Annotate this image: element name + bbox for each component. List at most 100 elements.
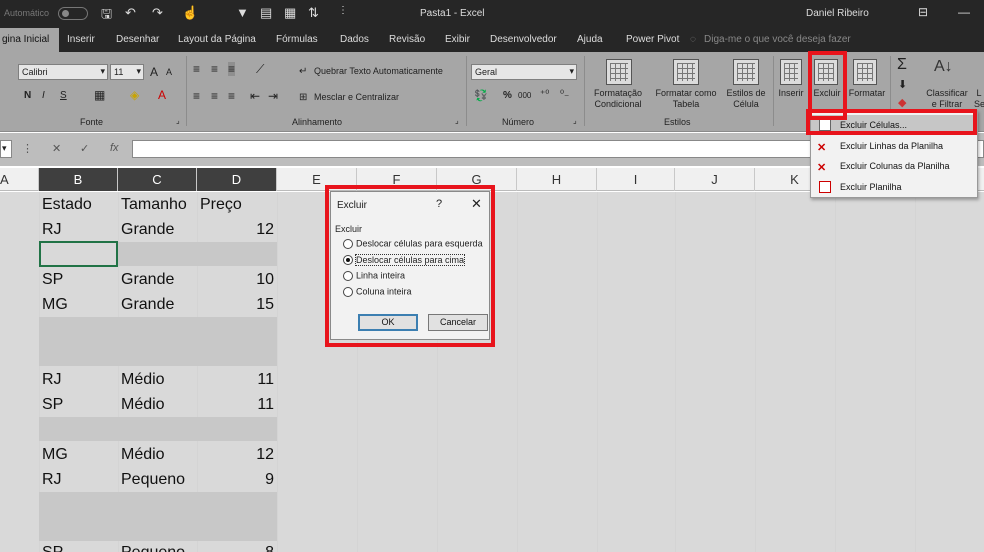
cell-estado[interactable]: MG xyxy=(39,292,71,317)
print-icon[interactable]: ▤ xyxy=(260,5,272,21)
font-name-select[interactable]: Calibri xyxy=(18,64,108,80)
cell-estado[interactable]: RJ xyxy=(39,467,65,492)
wrap-text-button[interactable]: Quebrar Texto Automaticamente xyxy=(314,66,443,76)
conditional-formatting-button[interactable]: Formatação Condicional xyxy=(588,88,648,110)
form-icon[interactable]: ▦ xyxy=(284,5,296,21)
italic-button[interactable]: I xyxy=(42,90,45,101)
clear-icon[interactable]: ◆ xyxy=(898,96,906,109)
format-as-table-button[interactable]: Formatar como Tabela xyxy=(650,88,722,110)
grow-font-button[interactable]: A xyxy=(150,65,158,79)
increase-decimal-icon[interactable]: ⁺⁰ xyxy=(540,89,549,100)
column-header-a[interactable]: A xyxy=(0,168,39,191)
autosum-icon[interactable]: Σ xyxy=(897,56,907,74)
tab-exibir[interactable]: Exibir xyxy=(445,34,470,45)
enter-icon[interactable]: ✓ xyxy=(80,142,89,155)
active-cell-outline[interactable] xyxy=(39,241,118,267)
cell-styles-button[interactable]: Estilos de Célula xyxy=(722,88,770,110)
format-button[interactable]: Formatar xyxy=(846,88,888,99)
cell-tamanho[interactable]: Médio xyxy=(118,367,168,392)
tell-me-box[interactable]: Diga-me o que você deseja fazer xyxy=(704,34,851,45)
align-middle-icon[interactable]: ≡ xyxy=(211,62,218,76)
cell-preco[interactable]: 9 xyxy=(197,467,277,492)
merge-icon[interactable]: ⊞ xyxy=(299,92,307,103)
orientation-icon[interactable]: ⟋ xyxy=(256,62,264,77)
minimize-icon[interactable]: — xyxy=(958,5,970,19)
cell-estado[interactable]: MG xyxy=(39,442,71,467)
cell-tamanho[interactable]: Médio xyxy=(118,392,168,417)
cell-preco[interactable]: 12 xyxy=(197,217,277,242)
cell-preco[interactable]: 11 xyxy=(197,367,277,392)
tab-layout-pagina[interactable]: Layout da Página xyxy=(178,34,256,45)
touch-mode-icon[interactable]: ☝ xyxy=(182,5,198,21)
bold-button[interactable]: N xyxy=(24,90,31,101)
font-color-icon[interactable]: A xyxy=(158,88,166,102)
insert-cells-icon[interactable] xyxy=(780,59,802,85)
align-bottom-icon[interactable]: ≡ xyxy=(228,62,236,76)
cell-preco[interactable]: 12 xyxy=(197,442,277,467)
sort-filter-icon[interactable]: A↓ xyxy=(934,58,953,76)
tab-dados[interactable]: Dados xyxy=(340,34,369,45)
column-header-i[interactable]: I xyxy=(597,168,675,191)
currency-icon[interactable]: 💱 xyxy=(474,89,488,102)
underline-button[interactable]: S xyxy=(60,90,67,101)
cell-preco[interactable]: 8 xyxy=(197,540,277,552)
cell-preco[interactable]: 10 xyxy=(197,267,277,292)
cancel-icon[interactable]: ✕ xyxy=(52,142,61,155)
cell-header-estado[interactable]: Estado xyxy=(39,192,95,217)
menu-item-excluir-linhas[interactable]: ✕ Excluir Linhas da Planilha xyxy=(811,136,977,156)
column-header-b[interactable]: B xyxy=(39,168,118,191)
tab-power-pivot[interactable]: Power Pivot xyxy=(626,34,679,45)
cell-estado[interactable]: SP xyxy=(39,392,66,417)
blank-cells-fill[interactable] xyxy=(39,492,277,541)
save-icon[interactable]: 🖫 xyxy=(101,5,112,27)
cell-preco[interactable]: 11 xyxy=(197,392,277,417)
percent-button[interactable]: % xyxy=(503,90,512,101)
column-header-h[interactable]: H xyxy=(517,168,597,191)
cell-header-tamanho[interactable]: Tamanho xyxy=(118,192,190,217)
format-as-table-icon[interactable] xyxy=(673,59,699,85)
align-center-icon[interactable]: ≡ xyxy=(211,89,218,103)
tab-pagina-inicial[interactable]: gina Inicial xyxy=(0,28,60,52)
insert-function-button[interactable]: fx xyxy=(110,142,119,154)
align-top-icon[interactable]: ≡ xyxy=(193,62,200,76)
menu-item-excluir-colunas[interactable]: ✕ Excluir Colunas da Planilha xyxy=(811,156,977,176)
format-cells-icon[interactable] xyxy=(853,59,877,85)
undo-icon[interactable]: ↶ xyxy=(125,5,136,21)
number-format-select[interactable]: Geral xyxy=(471,64,577,80)
filter-icon[interactable]: ▼ xyxy=(236,5,249,20)
insert-button[interactable]: Inserir xyxy=(776,88,806,99)
cell-tamanho[interactable]: Grande xyxy=(118,267,177,292)
align-right-icon[interactable]: ≡ xyxy=(228,89,235,103)
font-size-select[interactable]: 11 xyxy=(110,64,144,80)
sort-filter-button[interactable]: Classificar e Filtrar xyxy=(924,88,970,110)
column-header-d[interactable]: D xyxy=(197,168,277,191)
decrease-decimal-icon[interactable]: ⁰₋ xyxy=(560,89,569,100)
menu-item-excluir-planilha[interactable]: Excluir Planilha xyxy=(811,177,977,197)
cell-styles-icon[interactable] xyxy=(733,59,759,85)
sort-icon[interactable]: ⇅ xyxy=(308,5,319,21)
tab-inserir[interactable]: Inserir xyxy=(67,34,95,45)
borders-icon[interactable]: ▦ xyxy=(94,88,105,102)
column-header-c[interactable]: C xyxy=(118,168,197,191)
tab-desenhar[interactable]: Desenhar xyxy=(116,34,159,45)
cell-estado[interactable]: RJ xyxy=(39,367,65,392)
alignment-dialog-launcher-icon[interactable]: ⌟ xyxy=(455,116,459,125)
cell-tamanho[interactable]: Pequeno xyxy=(118,540,188,552)
autosave-toggle[interactable] xyxy=(58,7,88,20)
cell-preco[interactable]: 15 xyxy=(197,292,277,317)
column-header-j[interactable]: J xyxy=(675,168,755,191)
user-name[interactable]: Daniel Ribeiro xyxy=(806,8,869,19)
number-dialog-launcher-icon[interactable]: ⌟ xyxy=(573,116,577,125)
tab-ajuda[interactable]: Ajuda xyxy=(577,34,603,45)
tab-formulas[interactable]: Fórmulas xyxy=(276,34,318,45)
font-dialog-launcher-icon[interactable]: ⌟ xyxy=(176,116,180,125)
wrap-text-icon[interactable]: ↵ xyxy=(299,66,307,77)
find-select-button[interactable]: L Se xyxy=(974,88,984,110)
cell-estado[interactable]: SP xyxy=(39,267,66,292)
cell-tamanho[interactable]: Grande xyxy=(118,292,177,317)
cell-tamanho[interactable]: Grande xyxy=(118,217,177,242)
cell-tamanho[interactable]: Médio xyxy=(118,442,168,467)
merge-center-button[interactable]: Mesclar e Centralizar xyxy=(314,92,399,102)
tab-desenvolvedor[interactable]: Desenvolvedor xyxy=(490,34,557,45)
redo-icon[interactable]: ↷ xyxy=(152,5,163,21)
